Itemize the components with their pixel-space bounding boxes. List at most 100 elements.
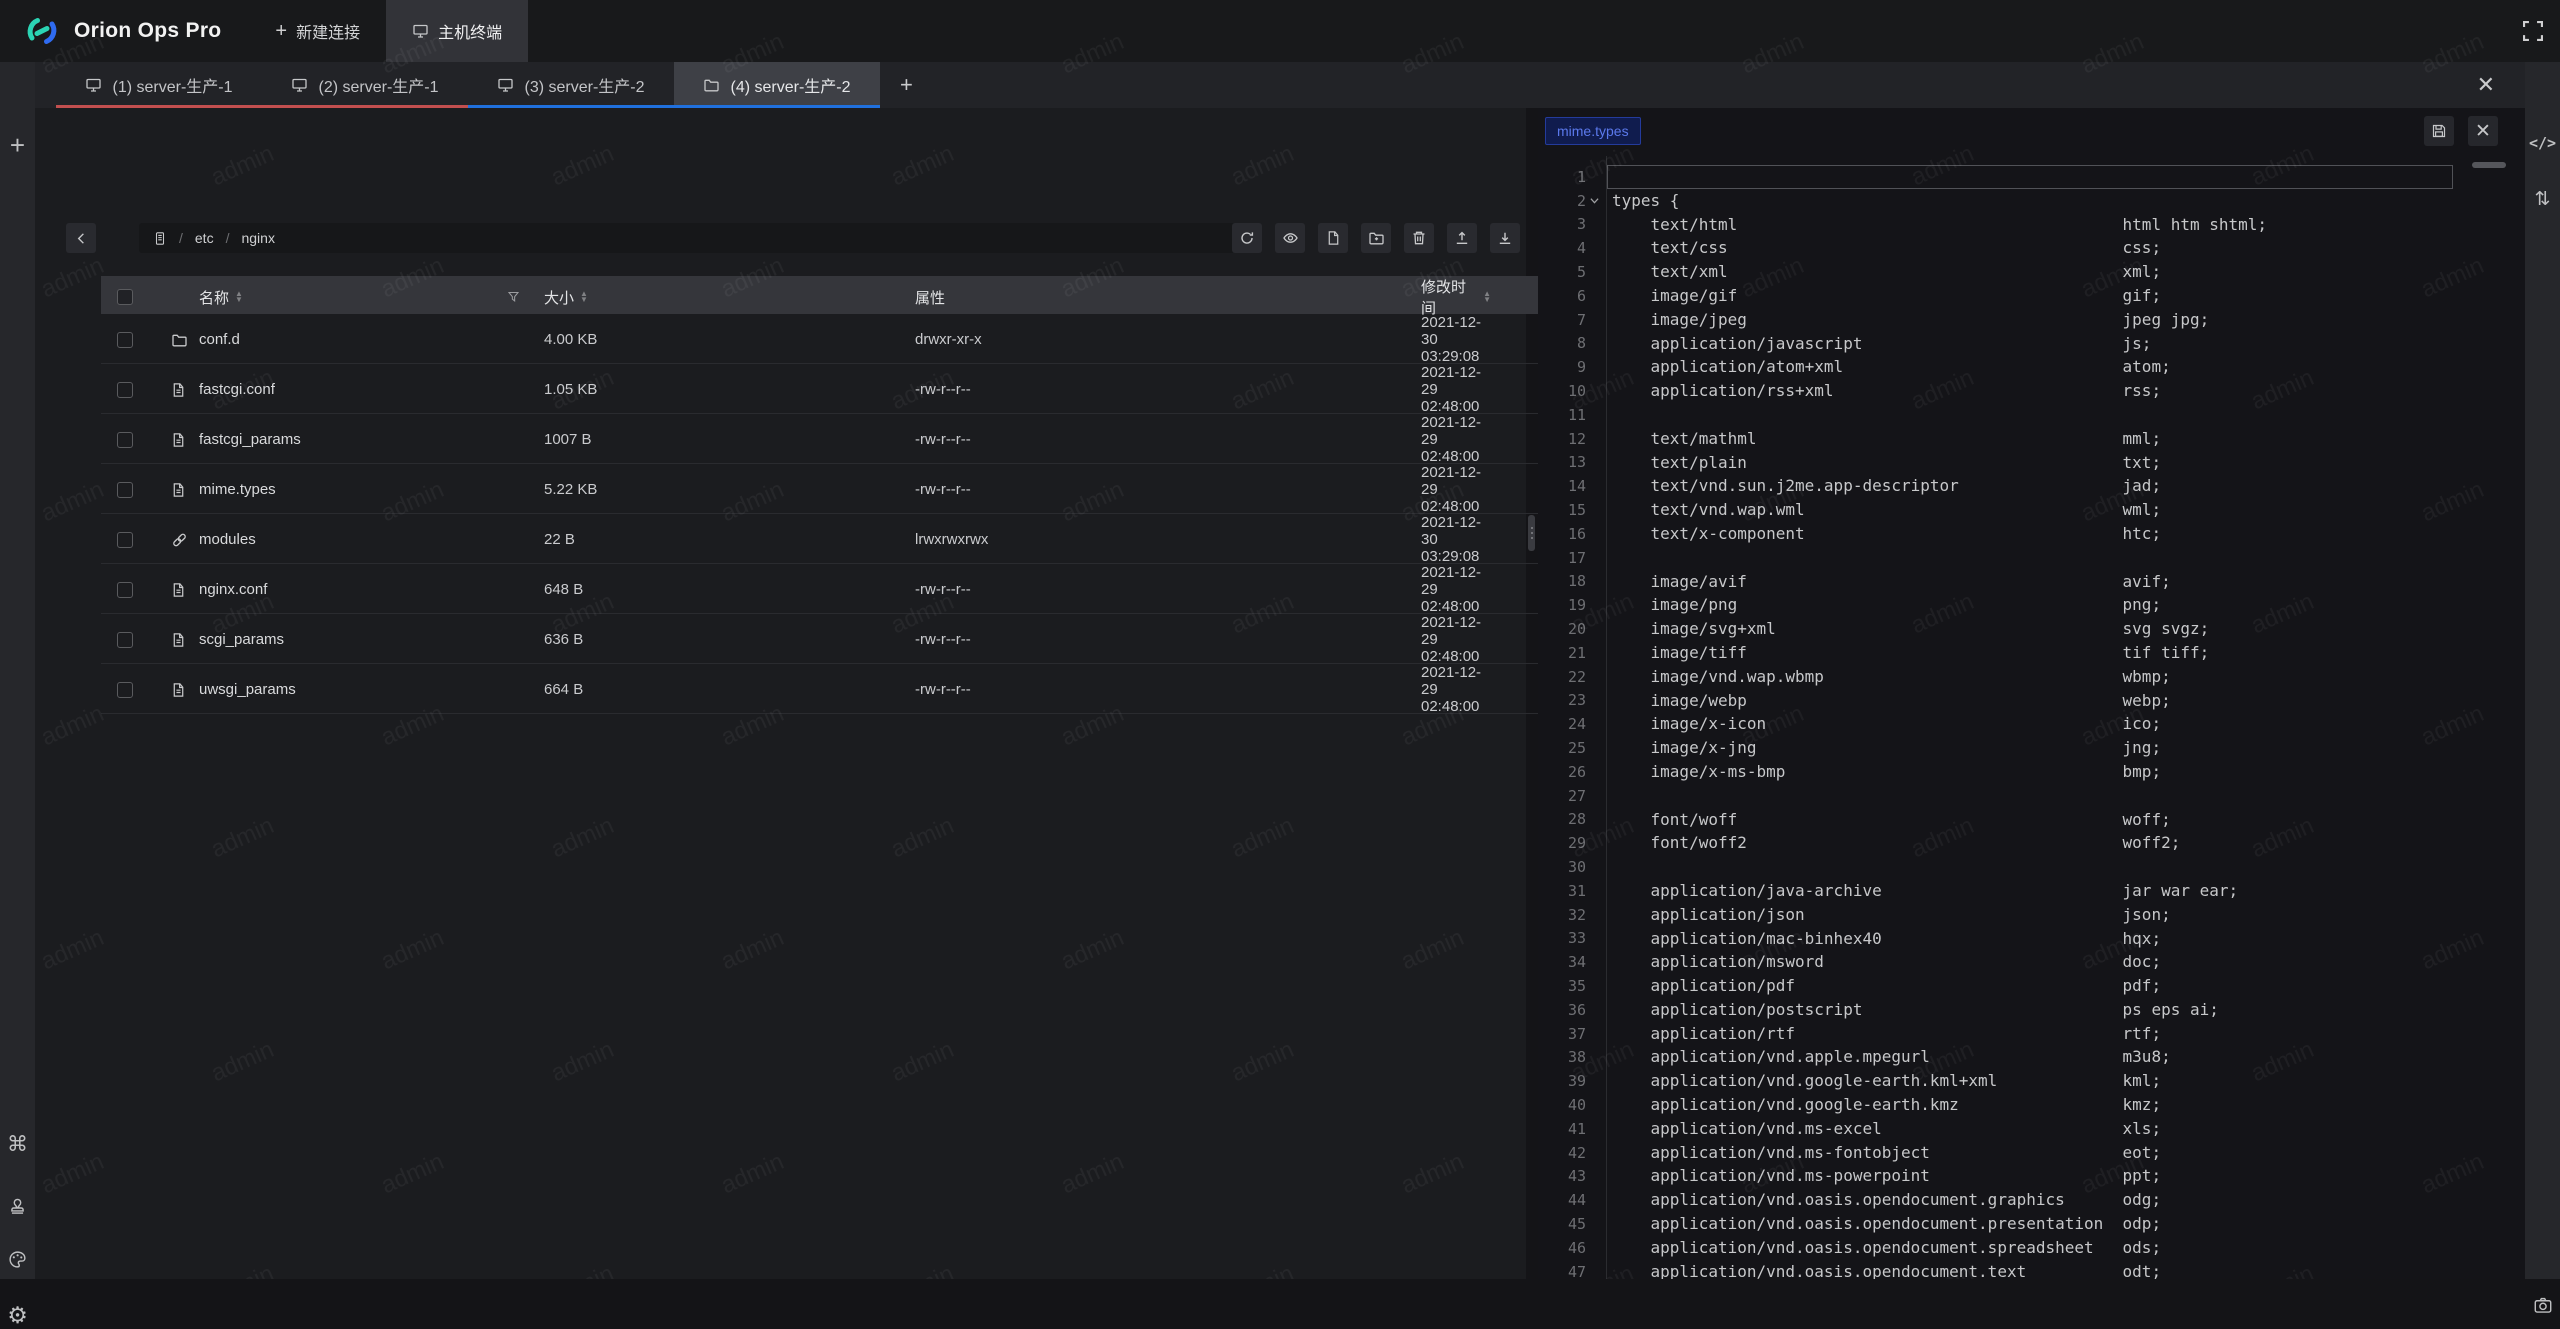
filter-icon[interactable]	[507, 290, 520, 304]
code-line[interactable]: 33 application/mac-binhex40 hqx;	[1538, 927, 2525, 951]
upload-button[interactable]	[1447, 223, 1477, 253]
code-line[interactable]: 27	[1538, 784, 2525, 808]
code-line[interactable]: 2types {	[1538, 189, 2525, 213]
code-line[interactable]: 36 application/postscript ps eps ai;	[1538, 998, 2525, 1022]
code-line[interactable]: 44 application/vnd.oasis.opendocument.gr…	[1538, 1188, 2525, 1212]
code-line[interactable]: 40 application/vnd.google-earth.kmz kmz;	[1538, 1093, 2525, 1117]
code-line[interactable]: 26 image/x-ms-bmp bmp;	[1538, 760, 2525, 784]
file-row[interactable]: scgi_params636 B-rw-r--r--2021-12-29 02:…	[101, 614, 1555, 664]
file-row[interactable]: modules22 Blrwxrwxrwx2021-12-30 03:29:08	[101, 514, 1555, 564]
save-button[interactable]	[2424, 116, 2454, 146]
code-line[interactable]: 39 application/vnd.google-earth.kml+xml …	[1538, 1069, 2525, 1093]
code-line[interactable]: 23 image/webp webp;	[1538, 689, 2525, 713]
column-size[interactable]: 大小 ▲▼	[544, 287, 915, 308]
code-line[interactable]: 43 application/vnd.ms-powerpoint ppt;	[1538, 1164, 2525, 1188]
code-line[interactable]: 13 text/plain txt;	[1538, 451, 2525, 475]
delete-trash-button[interactable]	[1404, 223, 1434, 253]
code-line[interactable]: 1	[1538, 165, 2525, 189]
file-row[interactable]: conf.d4.00 KBdrwxr-xr-x2021-12-30 03:29:…	[101, 314, 1555, 364]
nav-host-terminal[interactable]: 主机终端	[386, 0, 528, 62]
row-checkbox[interactable]	[117, 632, 133, 648]
code-line[interactable]: 35 application/pdf pdf;	[1538, 974, 2525, 998]
code-line[interactable]: 22 image/vnd.wap.wbmp wbmp;	[1538, 665, 2525, 689]
code-line[interactable]: 42 application/vnd.ms-fontobject eot;	[1538, 1141, 2525, 1165]
code-line[interactable]: 24 image/x-icon ico;	[1538, 712, 2525, 736]
code-line[interactable]: 34 application/msword doc;	[1538, 950, 2525, 974]
new-folder-button[interactable]	[1361, 223, 1391, 253]
row-checkbox[interactable]	[117, 432, 133, 448]
theme-palette-icon[interactable]	[0, 1250, 35, 1269]
code-line[interactable]: 12 text/mathml mml;	[1538, 427, 2525, 451]
column-name[interactable]: 名称 ▲▼	[199, 287, 243, 308]
file-row[interactable]: nginx.conf648 B-rw-r--r--2021-12-29 02:4…	[101, 564, 1555, 614]
editor-close-button[interactable]: ✕	[2468, 116, 2498, 146]
fullscreen-icon[interactable]	[2520, 18, 2546, 44]
sort-order-icon[interactable]: ⇅	[2525, 188, 2560, 211]
code-line[interactable]: 28 font/woff woff;	[1538, 808, 2525, 832]
code-line[interactable]: 31 application/java-archive jar war ear;	[1538, 879, 2525, 903]
code-line[interactable]: 45 application/vnd.oasis.opendocument.pr…	[1538, 1212, 2525, 1236]
code-line[interactable]: 5 text/xml xml;	[1538, 260, 2525, 284]
code-line[interactable]: 18 image/avif avif;	[1538, 570, 2525, 594]
row-checkbox[interactable]	[117, 382, 133, 398]
code-line[interactable]: 9 application/atom+xml atom;	[1538, 355, 2525, 379]
code-line[interactable]: 41 application/vnd.ms-excel xls;	[1538, 1117, 2525, 1141]
row-checkbox[interactable]	[117, 682, 133, 698]
code-line[interactable]: 47 application/vnd.oasis.opendocument.te…	[1538, 1260, 2525, 1279]
code-editor[interactable]: 12types {3 text/html html htm shtml;4 te…	[1538, 156, 2525, 1279]
code-line[interactable]: 4 text/css css;	[1538, 236, 2525, 260]
sort-icon[interactable]: ▲▼	[1483, 291, 1491, 303]
download-button[interactable]	[1490, 223, 1520, 253]
code-line[interactable]: 11	[1538, 403, 2525, 427]
row-checkbox[interactable]	[117, 532, 133, 548]
terminal-tab[interactable]: (1) server-生产-1	[56, 62, 262, 108]
new-file-button[interactable]	[1318, 223, 1348, 253]
row-checkbox[interactable]	[117, 582, 133, 598]
breadcrumb-segment-nginx[interactable]: nginx	[241, 230, 274, 246]
breadcrumb-segment-etc[interactable]: etc	[195, 230, 214, 246]
add-connection-button[interactable]: +	[0, 130, 35, 161]
code-line[interactable]: 21 image/tiff tif tiff;	[1538, 641, 2525, 665]
file-row[interactable]: mime.types5.22 KB-rw-r--r--2021-12-29 02…	[101, 464, 1555, 514]
code-snippet-icon[interactable]: </>	[2525, 134, 2560, 152]
file-row[interactable]: uwsgi_params664 B-rw-r--r--2021-12-29 02…	[101, 664, 1555, 714]
settings-gear-icon[interactable]: ⚙	[0, 1302, 35, 1329]
code-line[interactable]: 6 image/gif gif;	[1538, 284, 2525, 308]
sort-icon[interactable]: ▲▼	[235, 291, 243, 303]
tab-add-button[interactable]: +	[880, 62, 933, 108]
back-button[interactable]	[66, 223, 96, 253]
file-row[interactable]: fastcgi_params1007 B-rw-r--r--2021-12-29…	[101, 414, 1555, 464]
row-checkbox[interactable]	[117, 482, 133, 498]
code-line[interactable]: 14 text/vnd.sun.j2me.app-descriptor jad;	[1538, 474, 2525, 498]
editor-file-tab[interactable]: mime.types	[1545, 117, 1641, 145]
code-line[interactable]: 17	[1538, 546, 2525, 570]
panel-splitter[interactable]	[1526, 108, 1538, 1279]
tabs-close-button[interactable]: ✕	[2477, 62, 2495, 108]
code-line[interactable]: 30	[1538, 855, 2525, 879]
code-line[interactable]: 29 font/woff2 woff2;	[1538, 831, 2525, 855]
code-line[interactable]: 15 text/vnd.wap.wml wml;	[1538, 498, 2525, 522]
breadcrumb[interactable]: / etc / nginx	[139, 223, 1257, 253]
code-line[interactable]: 7 image/jpeg jpeg jpg;	[1538, 308, 2525, 332]
code-line[interactable]: 10 application/rss+xml rss;	[1538, 379, 2525, 403]
code-line[interactable]: 46 application/vnd.oasis.opendocument.sp…	[1538, 1236, 2525, 1260]
code-line[interactable]: 20 image/svg+xml svg svgz;	[1538, 617, 2525, 641]
sort-icon[interactable]: ▲▼	[580, 291, 588, 303]
code-line[interactable]: 38 application/vnd.apple.mpegurl m3u8;	[1538, 1045, 2525, 1069]
screenshot-camera-icon[interactable]	[2525, 1296, 2560, 1315]
refresh-button[interactable]	[1232, 223, 1262, 253]
command-shortcut-button[interactable]: ⌘	[0, 1132, 35, 1157]
splitter-grip-icon[interactable]	[1528, 515, 1535, 551]
terminal-tab[interactable]: (3) server-生产-2	[468, 62, 674, 108]
code-line[interactable]: 16 text/x-component htc;	[1538, 522, 2525, 546]
row-checkbox[interactable]	[117, 332, 133, 348]
code-line[interactable]: 19 image/png png;	[1538, 593, 2525, 617]
terminal-tab[interactable]: (2) server-生产-1	[262, 62, 468, 108]
nav-new-connection[interactable]: + 新建连接	[249, 0, 386, 62]
terminal-tab[interactable]: (4) server-生产-2	[674, 62, 880, 108]
preview-eye-button[interactable]	[1275, 223, 1305, 253]
code-line[interactable]: 25 image/x-jng jng;	[1538, 736, 2525, 760]
select-all-checkbox[interactable]	[117, 289, 133, 305]
file-row[interactable]: fastcgi.conf1.05 KB-rw-r--r--2021-12-29 …	[101, 364, 1555, 414]
fold-chevron-icon[interactable]	[1589, 196, 1600, 205]
